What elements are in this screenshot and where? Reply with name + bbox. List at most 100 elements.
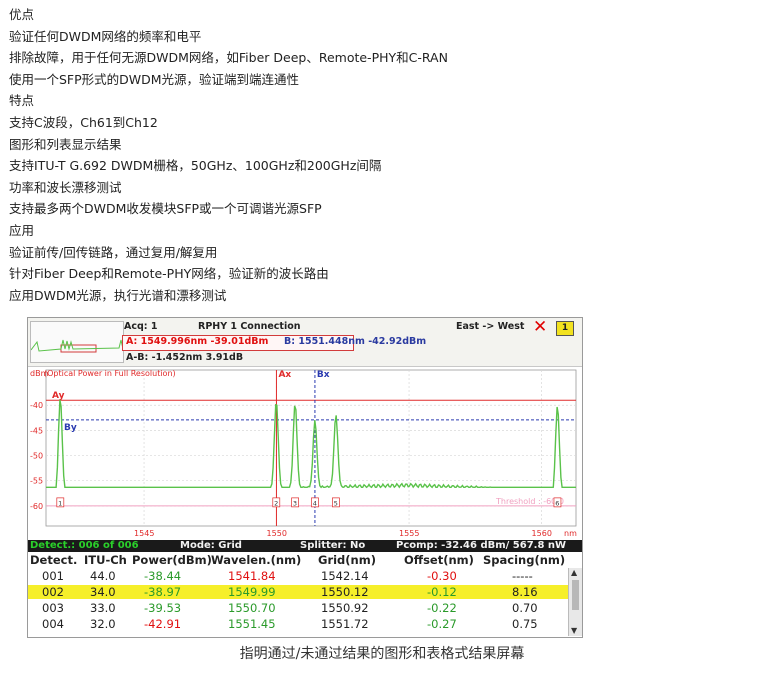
column-header: Wavelen.(nm) xyxy=(211,553,302,567)
x-tick-label: 1555 xyxy=(399,529,419,538)
peak-marker-label: 1 xyxy=(58,499,62,507)
x-tick-label: 1550 xyxy=(267,529,287,538)
pcomp-label: Pcomp: -32.46 dBm/ 567.8 nW xyxy=(396,540,567,551)
x-tick-label: 1545 xyxy=(134,529,154,538)
column-header: Offset(nm) xyxy=(404,553,474,567)
marker-ax-label: Ax xyxy=(278,370,291,380)
text-line: 支持最多两个DWDM收发模块SFP或一个可调谐光源SFP xyxy=(9,201,322,217)
table-cell: 0.75 xyxy=(512,617,538,631)
table-cell: 1541.84 xyxy=(228,569,276,583)
y-tick-label: -45 xyxy=(30,426,43,435)
table-cell: 32.0 xyxy=(90,617,116,631)
marker-ay-label: Ay xyxy=(52,391,65,401)
table-cell: -38.44 xyxy=(144,569,182,583)
table-cell: -42.91 xyxy=(144,617,182,631)
peak-marker-label: 3 xyxy=(293,499,297,507)
text-line: 优点 xyxy=(9,7,35,22)
table-cell: 1550.92 xyxy=(321,601,369,615)
table-cell: 33.0 xyxy=(90,601,116,615)
table-header: Detect. ITU-Ch Power(dBm) Wavelen.(nm) Grid(… xyxy=(28,553,568,567)
table-cell: 34.0 xyxy=(90,585,116,599)
close-icon[interactable]: ✕ xyxy=(533,318,547,337)
x-tick-label: 1560 xyxy=(532,529,552,538)
spectrum-plot[interactable]: -40 -45 -50 -55 -60 1545 1550 1555 1560 nm dBm (Opt… xyxy=(28,366,582,540)
table-cell: 1542.14 xyxy=(321,569,369,583)
otdr-screen: Acq: 1 RPHY 1 Connection East -> West ✕ … xyxy=(27,317,583,638)
marker-a-readout: A: 1549.996nm -39.01dBm xyxy=(126,336,269,347)
y-tick-label: -40 xyxy=(30,401,43,410)
table-row[interactable]: 004 32.0 -42.91 1551.45 1551.72 -0.27 0.75 xyxy=(28,617,568,631)
text-line: 功率和波长漂移测试 xyxy=(9,179,122,195)
spectrum-chart[interactable]: -40-45-50-55-601545 1550 1555 1560 nmdBm(Opt… xyxy=(28,366,582,540)
table-row[interactable]: 001 44.0 -38.44 1541.84 1542.14 -0.30 ----- xyxy=(28,569,568,583)
scroll-thumb[interactable] xyxy=(572,580,579,610)
table-cell: 003 xyxy=(42,601,64,615)
column-header: Grid(nm) xyxy=(318,553,376,567)
scroll-down-icon[interactable]: ▼ xyxy=(571,626,577,635)
column-header: Spacing(nm) xyxy=(483,553,566,567)
plot-title: (Optical Power in Full Resolution) xyxy=(44,369,176,378)
text-line: 特点 xyxy=(9,93,35,109)
y-tick-label: -60 xyxy=(30,502,43,511)
table-cell: ----- xyxy=(512,569,533,583)
table-cell: 001 xyxy=(42,569,64,583)
column-header: Power(dBm) xyxy=(132,553,212,567)
text-line: 支持ITU-T G.692 DWDM栅格，50GHz、100GHz和200GHz… xyxy=(9,158,382,174)
splitter-label: Splitter: No xyxy=(300,540,366,551)
table-cell: 0.70 xyxy=(512,601,538,615)
text-line: 支持C波段，Ch61到Ch12 xyxy=(9,114,158,130)
table-row[interactable]: 002 34.0 -38.97 1549.99 1550.12 -0.12 8.16 xyxy=(28,585,568,599)
text-line: 验证任何DWDM网络的频率和电平 xyxy=(9,28,202,44)
table-cell: 1550.12 xyxy=(321,585,369,599)
table-scrollbar[interactable]: ▲ ▼ xyxy=(568,568,582,636)
text-line: 排除故障，用于任何无源DWDM网络，如Fiber Deep、Remote-PHY… xyxy=(9,50,448,66)
text-line: 验证前传/回传链路，通过复用/解复用 xyxy=(9,244,218,260)
column-header: Detect. xyxy=(30,553,78,567)
x-unit-label: nm xyxy=(564,529,577,538)
page-badge[interactable]: 1 xyxy=(556,321,574,336)
table-cell: -39.53 xyxy=(144,601,182,615)
marker-ab-readout: A-B: -1.452nm 3.91dB xyxy=(126,352,244,363)
table-cell: -0.30 xyxy=(427,569,457,583)
marker-b-readout: B: 1551.448nm -42.92dBm xyxy=(284,336,427,347)
table-cell: -38.97 xyxy=(144,585,182,599)
text-line: 应用DWDM光源，执行光谱和漂移测试 xyxy=(9,287,227,303)
y-tick-label: -50 xyxy=(30,452,43,461)
table-cell: 1550.70 xyxy=(228,601,276,615)
peak-marker-label: 2 xyxy=(274,499,278,507)
text-line: 图形和列表显示结果 xyxy=(9,136,122,152)
table-cell: 8.16 xyxy=(512,585,538,599)
table-cell: 1551.72 xyxy=(321,617,369,631)
table-cell: -0.12 xyxy=(427,585,457,599)
text-line: 针对Fiber Deep和Remote-PHY网络，验证新的波长路由 xyxy=(9,266,329,282)
threshold-label: Threshold : -60.0 xyxy=(495,497,564,506)
column-header: ITU-Ch xyxy=(84,553,127,567)
peak-marker-label: 6 xyxy=(555,499,559,507)
status-bar: Detect.: 006 of 006 Mode: Grid Splitter:… xyxy=(28,540,582,552)
figure-caption: 指明通过/未通过结果的图形和表格式结果屏幕 xyxy=(239,646,525,662)
peak-marker-label: 5 xyxy=(334,499,338,507)
table-cell: -0.22 xyxy=(427,601,457,615)
acq-label: Acq: 1 xyxy=(124,321,158,332)
table-cell: 44.0 xyxy=(90,569,116,583)
y-tick-label: -55 xyxy=(30,477,43,486)
trace-thumbnail[interactable] xyxy=(30,321,124,363)
table-cell: 1549.99 xyxy=(228,585,276,599)
table-row[interactable]: 003 33.0 -39.53 1550.70 1550.92 -0.22 0.70 xyxy=(28,601,568,615)
results-table: ▲ ▼ Detect. ITU-Ch Power(dBm) Wavelen.(nm) G… xyxy=(28,552,582,637)
scroll-up-icon[interactable]: ▲ xyxy=(571,568,577,577)
table-cell: 004 xyxy=(42,617,64,631)
mode-label: Mode: Grid xyxy=(180,540,242,551)
screen-topbar: Acq: 1 RPHY 1 Connection East -> West ✕ … xyxy=(28,318,582,367)
marker-by-label: By xyxy=(64,423,77,433)
table-cell: -0.27 xyxy=(427,617,457,631)
connection-title: RPHY 1 Connection xyxy=(198,321,301,332)
table-cell: 1551.45 xyxy=(228,617,276,631)
peak-marker-label: 4 xyxy=(313,499,317,507)
table-cell: 002 xyxy=(42,585,64,599)
feature-text: 优点验证任何DWDM网络的频率和电平排除故障，用于任何无源DWDM网络，如Fib… xyxy=(9,4,749,306)
detect-count: Detect.: 006 of 006 xyxy=(30,540,139,551)
direction-label: East -> West xyxy=(456,321,525,332)
text-line: 应用 xyxy=(9,222,35,238)
marker-bx-label: Bx xyxy=(317,370,330,380)
